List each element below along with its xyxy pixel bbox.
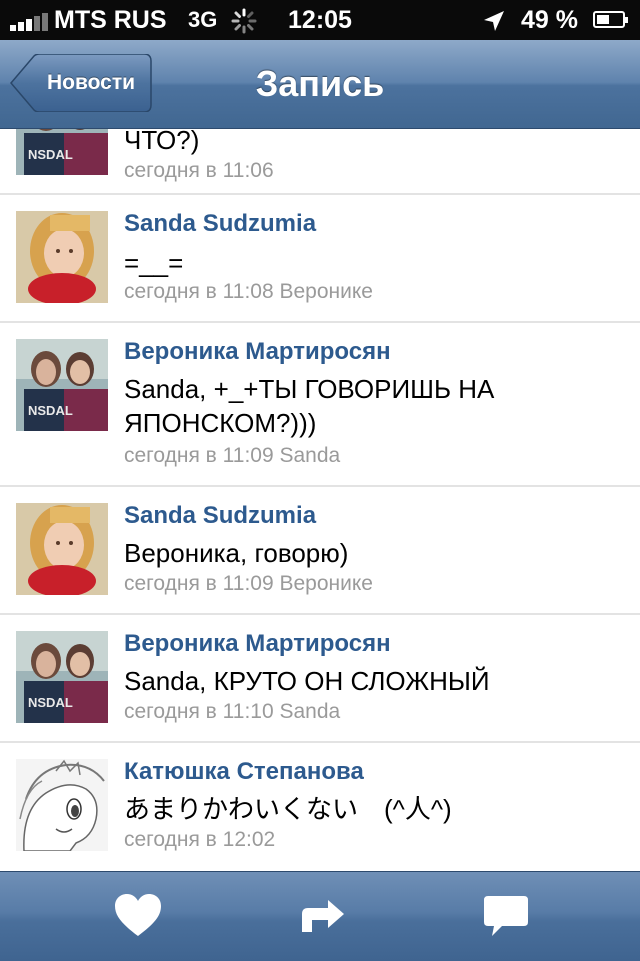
comment-item[interactable]: Sanda Sudzumia Вероника, говорю) сегодня… <box>0 487 640 615</box>
comment-text: ЧТО?) <box>124 129 200 155</box>
comment-meta: сегодня в 11:08 Веронике <box>124 280 373 303</box>
avatar-veronika[interactable]: NSDAL <box>16 129 108 175</box>
comment-meta: сегодня в 11:10 Sanda <box>124 700 341 723</box>
svg-text:NSDAL: NSDAL <box>28 403 73 418</box>
svg-text:NSDAL: NSDAL <box>28 147 73 162</box>
page-title: Запись <box>255 63 385 104</box>
avatar-veronika[interactable]: NSDAL <box>16 339 108 431</box>
bottom-toolbar <box>0 871 640 961</box>
comment-author[interactable]: Катюшка Степанова <box>124 758 364 786</box>
comment-text: あまりかわいくない (^人^) <box>124 794 452 824</box>
comment-item[interactable]: Катюшка Степанова あまりかわいくない (^人^) сегодн… <box>0 743 640 871</box>
comment-icon[interactable] <box>480 890 532 942</box>
comment-meta: сегодня в 12:02 <box>124 828 276 851</box>
avatar-sanda[interactable] <box>16 503 108 595</box>
comment-text: Вероника, говорю) <box>124 538 349 568</box>
svg-text:NSDAL: NSDAL <box>28 695 73 710</box>
comment-item[interactable]: Sanda Sudzumia =__= сегодня в 11:08 Веро… <box>0 195 640 323</box>
comments-list[interactable]: NSDAL ЧТО?) сегодня в 11:06 Sanda Sudzum… <box>0 129 640 871</box>
comment-meta: сегодня в 11:09 Sanda <box>124 444 341 467</box>
avatar-pony[interactable] <box>16 759 108 851</box>
avatar-sanda[interactable] <box>16 211 108 303</box>
location-arrow-icon <box>484 11 504 31</box>
comment-author[interactable]: Sanda Sudzumia <box>124 502 316 530</box>
battery-percentage: 49 % <box>521 6 578 34</box>
comment-item[interactable]: NSDAL Вероника Мартиросян Sanda, КРУТО О… <box>0 615 640 743</box>
share-icon[interactable] <box>296 890 348 942</box>
comment-text: Sanda, +_+ТЫ ГОВОРИШЬ НА ЯПОНСКОМ?))) <box>124 374 495 438</box>
status-bar: MTS RUS 3G 12:05 49 % <box>0 0 640 40</box>
comment-text: =__= <box>124 248 184 278</box>
comment-author[interactable]: Вероника Мартиросян <box>124 630 391 658</box>
comment-item[interactable]: NSDAL Вероника Мартиросян Sanda, +_+ТЫ Г… <box>0 323 640 487</box>
comment-meta: сегодня в 11:09 Веронике <box>124 572 373 595</box>
comment-author[interactable]: Sanda Sudzumia <box>124 210 316 238</box>
heart-icon[interactable] <box>112 890 164 942</box>
comment-meta: сегодня в 11:06 <box>124 159 274 182</box>
comment-item[interactable]: NSDAL ЧТО?) сегодня в 11:06 <box>0 129 640 195</box>
comment-author[interactable]: Вероника Мартиросян <box>124 338 391 366</box>
comment-text: Sanda, КРУТО ОН СЛОЖНЫЙ <box>124 666 490 696</box>
battery-icon <box>593 11 628 28</box>
navigation-bar: Новости Запись <box>0 40 640 129</box>
avatar-veronika[interactable]: NSDAL <box>16 631 108 723</box>
